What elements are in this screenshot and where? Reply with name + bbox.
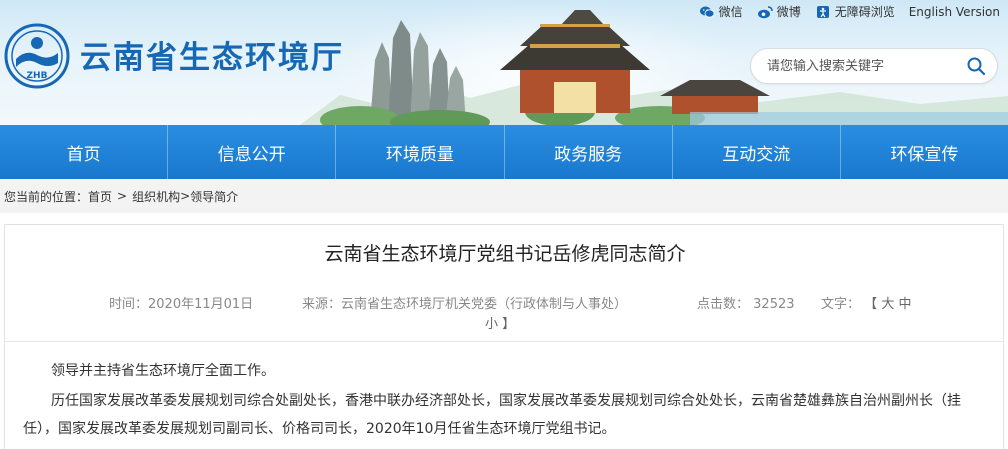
meta-divider xyxy=(5,341,1003,342)
font-bracket-close: 】 xyxy=(502,317,516,332)
english-version-label: English Version xyxy=(908,4,1000,19)
meta-time: 时间：2020年11月01日 xyxy=(109,293,253,312)
wechat-label: 微信 xyxy=(718,5,743,19)
breadcrumb-section[interactable]: 组织机构 xyxy=(132,188,180,205)
breadcrumb: 您当前的位置： 首页 > 组织机构 > 领导简介 xyxy=(0,179,1008,213)
article-body: 领导并主持省生态环境厅全面工作。 历任国家发展改革委发展规划司综合处副处长，香港… xyxy=(23,357,989,445)
font-size-wrap: 小 】 xyxy=(485,313,515,332)
search-icon[interactable] xyxy=(965,55,987,77)
weibo-link[interactable]: 微博 xyxy=(757,3,801,20)
main-nav: 首页 信息公开 环境质量 政务服务 互动交流 环保宣传 xyxy=(0,125,1008,179)
article-title: 云南省生态环境厅党组书记岳修虎同志简介 xyxy=(324,243,686,265)
accessibility-link[interactable]: 无障碍浏览 xyxy=(815,3,895,20)
nav-item-home[interactable]: 首页 xyxy=(0,125,169,179)
font-size-small-button[interactable]: 小 xyxy=(485,317,498,332)
clicks-value: 32523 xyxy=(753,297,795,312)
wechat-link[interactable]: 微信 xyxy=(699,3,743,20)
header-banner: ZHB 云南省生态环境厅 微信 微博 无障碍浏览 English Version… xyxy=(0,0,1008,125)
logo-text: ZHB xyxy=(27,71,48,81)
breadcrumb-home[interactable]: 首页 xyxy=(88,188,112,205)
wechat-icon xyxy=(699,6,715,18)
breadcrumb-separator: > xyxy=(117,189,128,203)
site-logo: ZHB xyxy=(4,23,70,89)
nav-item-info-disclosure[interactable]: 信息公开 xyxy=(168,125,337,179)
article-paragraph: 历任国家发展改革委发展规划司综合处副处长，香港中联办经济部处长，国家发展改革委发… xyxy=(23,393,961,437)
english-version-link[interactable]: English Version xyxy=(909,5,1000,19)
weibo-icon xyxy=(757,5,773,18)
search-box xyxy=(750,48,998,84)
search-input[interactable] xyxy=(767,58,965,74)
clicks-label: 点击数： xyxy=(697,297,750,312)
nav-item-government-services[interactable]: 政务服务 xyxy=(505,125,673,179)
meta-source: 来源：云南省生态环境厅机关党委（行政体制与人事处） xyxy=(302,293,627,312)
nav-item-publicity[interactable]: 环保宣传 xyxy=(841,125,1008,179)
breadcrumb-separator: > xyxy=(180,189,191,203)
font-label: 文字： xyxy=(821,297,861,312)
nav-item-environment-quality[interactable]: 环境质量 xyxy=(336,125,505,179)
nav-item-interaction[interactable]: 互动交流 xyxy=(673,125,841,179)
font-bracket-open: 【 xyxy=(864,297,878,312)
accessibility-label: 无障碍浏览 xyxy=(834,5,895,19)
font-size-medium-button[interactable]: 中 xyxy=(898,297,911,312)
time-label: 时间： xyxy=(109,297,149,312)
source-label: 来源： xyxy=(302,297,342,312)
breadcrumb-prefix: 您当前的位置： xyxy=(4,189,89,204)
font-size-large-button[interactable]: 大 xyxy=(881,297,894,312)
meta-clicks: 点击数： 32523 xyxy=(697,293,795,312)
time-value: 2020年11月01日 xyxy=(148,297,254,312)
meta-font-size: 文字： 【 大 中 xyxy=(821,293,911,312)
accessibility-icon xyxy=(816,5,829,18)
source-value: 云南省生态环境厅机关党委（行政体制与人事处） xyxy=(341,297,628,312)
weibo-label: 微博 xyxy=(776,5,801,19)
article-paragraph: 领导并主持省生态环境厅全面工作。 xyxy=(51,363,275,379)
site-title: 云南省生态环境厅 xyxy=(80,40,344,76)
article-panel: 云南省生态环境厅党组书记岳修虎同志简介 时间：2020年11月01日 来源：云南… xyxy=(4,224,1004,449)
top-links: 微信 微博 无障碍浏览 English Version xyxy=(685,3,1000,20)
breadcrumb-current[interactable]: 领导简介 xyxy=(190,188,238,205)
